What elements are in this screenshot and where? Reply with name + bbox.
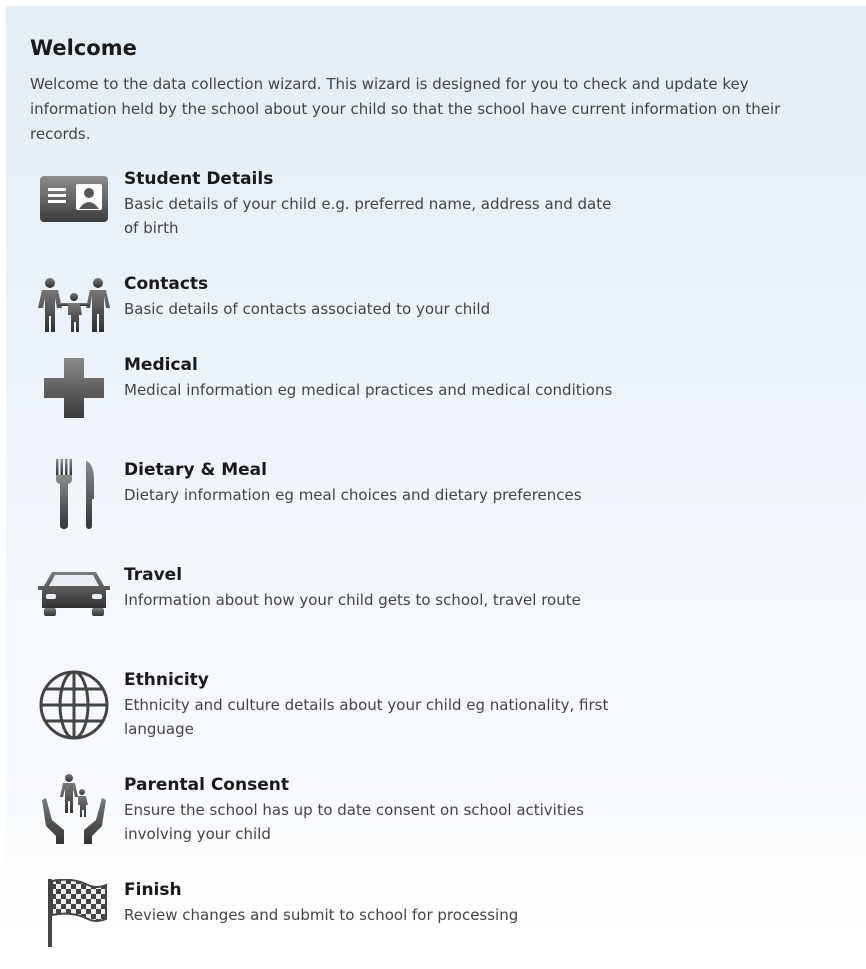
step-title: Finish xyxy=(124,880,182,900)
step-description: Dietary information eg meal choices and … xyxy=(124,486,582,504)
step-title: Student Details xyxy=(124,169,274,189)
step-description: Ethnicity and culture details about your… xyxy=(124,696,609,738)
step-title: Medical xyxy=(124,355,198,375)
hands-consent-icon xyxy=(42,774,106,844)
step-title: Parental Consent xyxy=(124,775,289,795)
medical-cross-icon xyxy=(44,358,104,418)
id-card-icon xyxy=(40,176,108,222)
step-title: Dietary & Meal xyxy=(124,460,267,480)
step-finish[interactable]: Finish Review changes and submit to scho… xyxy=(36,879,626,969)
fork-knife-icon xyxy=(56,459,94,529)
step-parental-consent[interactable]: Parental Consent Ensure the school has u… xyxy=(36,774,626,864)
family-icon xyxy=(38,278,110,332)
welcome-panel: Welcome Welcome to the data collection w… xyxy=(6,6,866,947)
step-medical[interactable]: Medical Medical information eg medical p… xyxy=(36,354,626,444)
step-description: Information about how your child gets to… xyxy=(124,591,581,609)
step-travel[interactable]: Travel Information about how your child … xyxy=(36,564,626,654)
step-description: Review changes and submit to school for … xyxy=(124,906,519,924)
intro-text: Welcome to the data collection wizard. T… xyxy=(30,75,781,143)
globe-icon xyxy=(39,670,109,740)
step-title: Ethnicity xyxy=(124,670,209,690)
step-ethnicity[interactable]: Ethnicity Ethnicity and culture details … xyxy=(36,669,626,759)
step-title: Travel xyxy=(124,565,183,585)
step-description: Ensure the school has up to date consent… xyxy=(124,801,584,843)
step-contacts[interactable]: Contacts Basic details of contacts assoc… xyxy=(36,273,626,363)
step-student-details[interactable]: Student Details Basic details of your ch… xyxy=(36,168,626,258)
car-icon xyxy=(38,572,110,616)
step-title: Contacts xyxy=(124,274,209,294)
step-description: Medical information eg medical practices… xyxy=(124,381,613,399)
step-description: Basic details of your child e.g. preferr… xyxy=(124,195,612,237)
page-title: Welcome xyxy=(30,36,137,60)
checkered-flag-icon xyxy=(48,879,107,947)
step-dietary-meal[interactable]: Dietary & Meal Dietary information eg me… xyxy=(36,459,626,549)
step-description: Basic details of contacts associated to … xyxy=(124,300,491,318)
